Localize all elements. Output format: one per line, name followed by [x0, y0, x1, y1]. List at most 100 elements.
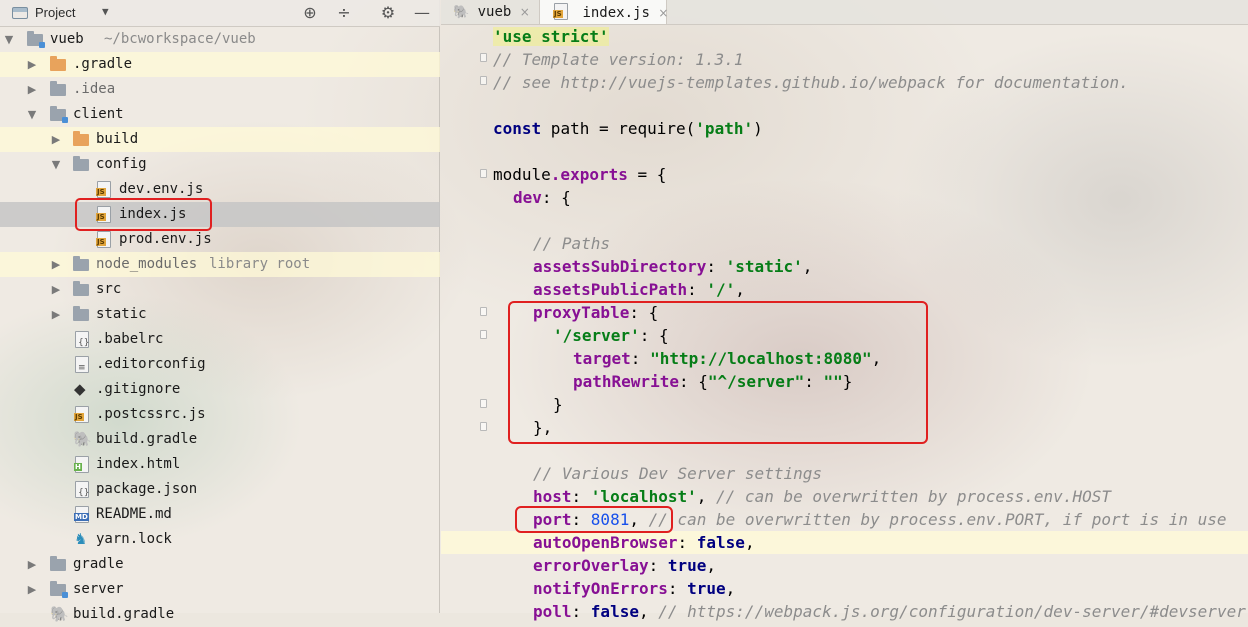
fold-marker-icon[interactable] [480, 53, 487, 62]
expand-arrow-icon[interactable]: ▼ [26, 102, 38, 127]
expand-arrow-icon[interactable]: ▼ [50, 152, 62, 177]
tree-item-library-root-label: library root [209, 256, 311, 272]
expand-arrow-icon[interactable]: ▶ [50, 302, 62, 327]
code-string: 'use strict' [493, 27, 609, 46]
tree-item-dev-env-js[interactable]: JS dev.env.js [0, 177, 440, 202]
tab-index-js[interactable]: JS index.js × [539, 0, 668, 24]
target-icon[interactable]: ⊕ [300, 3, 320, 23]
tree-item-client[interactable]: ▼ client [0, 102, 440, 127]
tree-item-static[interactable]: ▶ static [0, 302, 440, 327]
expand-arrow-icon[interactable]: ▶ [50, 277, 62, 302]
tree-item-gradle-dir[interactable]: ▶ .gradle [0, 52, 440, 77]
tree-item-gradle[interactable]: ▶ gradle [0, 552, 440, 577]
code-line-23: autoOpenBrowser: false, [533, 531, 755, 554]
code-line-11: assetsSubDirectory: 'static', [533, 255, 812, 278]
code-string: '/' [706, 280, 736, 299]
code-property: autoOpenBrowser [533, 533, 678, 552]
tree-item-idea[interactable]: ▶ .idea [0, 77, 440, 102]
tree-item-yarn-lock[interactable]: ♞ yarn.lock [0, 527, 440, 552]
tab-vueb[interactable]: 🐘 vueb × [453, 0, 543, 24]
code-string: 'static' [725, 257, 803, 276]
project-panel-title[interactable]: Project [35, 5, 75, 20]
tree-item-root-build-gradle[interactable]: 🐘 build.gradle [0, 602, 440, 627]
code-keyword: true [687, 579, 726, 598]
tree-item-readme-md[interactable]: MD README.md [0, 502, 440, 527]
code-line-10: // Paths [533, 232, 610, 255]
expand-arrow-icon[interactable]: ▶ [50, 127, 62, 152]
minimize-icon[interactable]: — [412, 3, 432, 23]
code-text: : [571, 602, 591, 621]
expand-arrow-icon[interactable]: ▶ [26, 52, 38, 77]
tree-item-label: .idea [73, 81, 116, 97]
chevron-down-icon[interactable]: ▼ [102, 5, 109, 18]
code-comment: // Various Dev Server settings [533, 464, 822, 483]
fold-marker-icon[interactable] [480, 76, 487, 85]
tab-label: vueb [477, 4, 512, 20]
expand-arrow-icon[interactable]: ▶ [26, 77, 38, 102]
tree-item-label: client [73, 106, 124, 122]
fold-marker-icon[interactable] [480, 169, 487, 178]
folder-icon [73, 131, 89, 146]
code-text: : [571, 487, 591, 506]
code-string: 'path' [695, 119, 754, 138]
tree-item-config[interactable]: ▼ config [0, 152, 440, 177]
close-icon[interactable]: × [658, 6, 668, 20]
code-comment: // can be overwritten by process.env.HOS… [716, 487, 1111, 506]
config-file-icon: {} [75, 331, 89, 348]
code-text: : { [541, 188, 571, 207]
tree-item-package-json[interactable]: {} package.json [0, 477, 440, 502]
tree-item-index-html[interactable]: H index.html [0, 452, 440, 477]
folder-icon [73, 256, 89, 271]
code-property: host [533, 487, 572, 506]
tree-item-build-gradle[interactable]: 🐘 build.gradle [0, 427, 440, 452]
collapse-icon[interactable]: ÷ [334, 3, 354, 23]
code-text: , [706, 556, 717, 575]
tree-item-index-js[interactable]: JS index.js [0, 202, 440, 227]
tree-item-node-modules[interactable]: ▶ node_modules library root [0, 252, 440, 277]
fold-marker-icon[interactable] [480, 422, 487, 431]
git-icon: ◆ [74, 380, 86, 398]
module-folder-icon [27, 31, 45, 48]
text-file-icon: ≡ [75, 356, 89, 373]
tree-item-label: .editorconfig [96, 356, 206, 372]
code-text: , [638, 602, 659, 621]
code-line-25: notifyOnErrors: true, [533, 577, 735, 600]
code-text: , [744, 533, 755, 552]
code-text: : [687, 280, 707, 299]
tree-item-editorconfig[interactable]: ≡ .editorconfig [0, 352, 440, 377]
editor-gutter [441, 25, 491, 613]
tree-item-prod-env-js[interactable]: JS prod.env.js [0, 227, 440, 252]
tree-item-label: package.json [96, 481, 198, 497]
tree-item-postcssrc-js[interactable]: JS .postcssrc.js [0, 402, 440, 427]
code-text: , [725, 579, 736, 598]
annotation-box-index-js [75, 198, 212, 231]
tree-item-babelrc[interactable]: {} .babelrc [0, 327, 440, 352]
tree-item-vueb[interactable]: ▼ vueb ~/bcworkspace/vueb [0, 27, 440, 52]
tab-label: index.js [582, 5, 650, 21]
fold-marker-icon[interactable] [480, 399, 487, 408]
code-text: = { [627, 165, 667, 184]
code-line-21: host: 'localhost', // can be overwritten… [533, 485, 1111, 508]
code-text: module [493, 165, 551, 184]
tree-item-gitignore[interactable]: ◆ .gitignore [0, 377, 440, 402]
code-comment: // see http://vuejs-templates.github.io/… [493, 73, 1129, 92]
module-folder-icon [50, 106, 68, 123]
gradle-icon: 🐘 [50, 605, 69, 623]
tree-item-server[interactable]: ▶ server [0, 577, 440, 602]
expand-arrow-icon[interactable]: ▼ [3, 27, 15, 52]
annotation-box-port [515, 506, 673, 533]
code-text: , [735, 280, 745, 299]
close-icon[interactable]: × [520, 5, 530, 19]
expand-arrow-icon[interactable]: ▶ [26, 577, 38, 602]
expand-arrow-icon[interactable]: ▶ [50, 252, 62, 277]
fold-marker-icon[interactable] [480, 330, 487, 339]
tree-item-label: server [73, 581, 124, 597]
tree-item-src[interactable]: ▶ src [0, 277, 440, 302]
fold-marker-icon[interactable] [480, 307, 487, 316]
expand-arrow-icon[interactable]: ▶ [26, 552, 38, 577]
code-text: path = require( [541, 119, 696, 138]
code-text: : [667, 579, 688, 598]
code-property: .exports [550, 165, 628, 184]
tree-item-build[interactable]: ▶ build [0, 127, 440, 152]
gear-icon[interactable]: ⚙ [378, 3, 398, 23]
